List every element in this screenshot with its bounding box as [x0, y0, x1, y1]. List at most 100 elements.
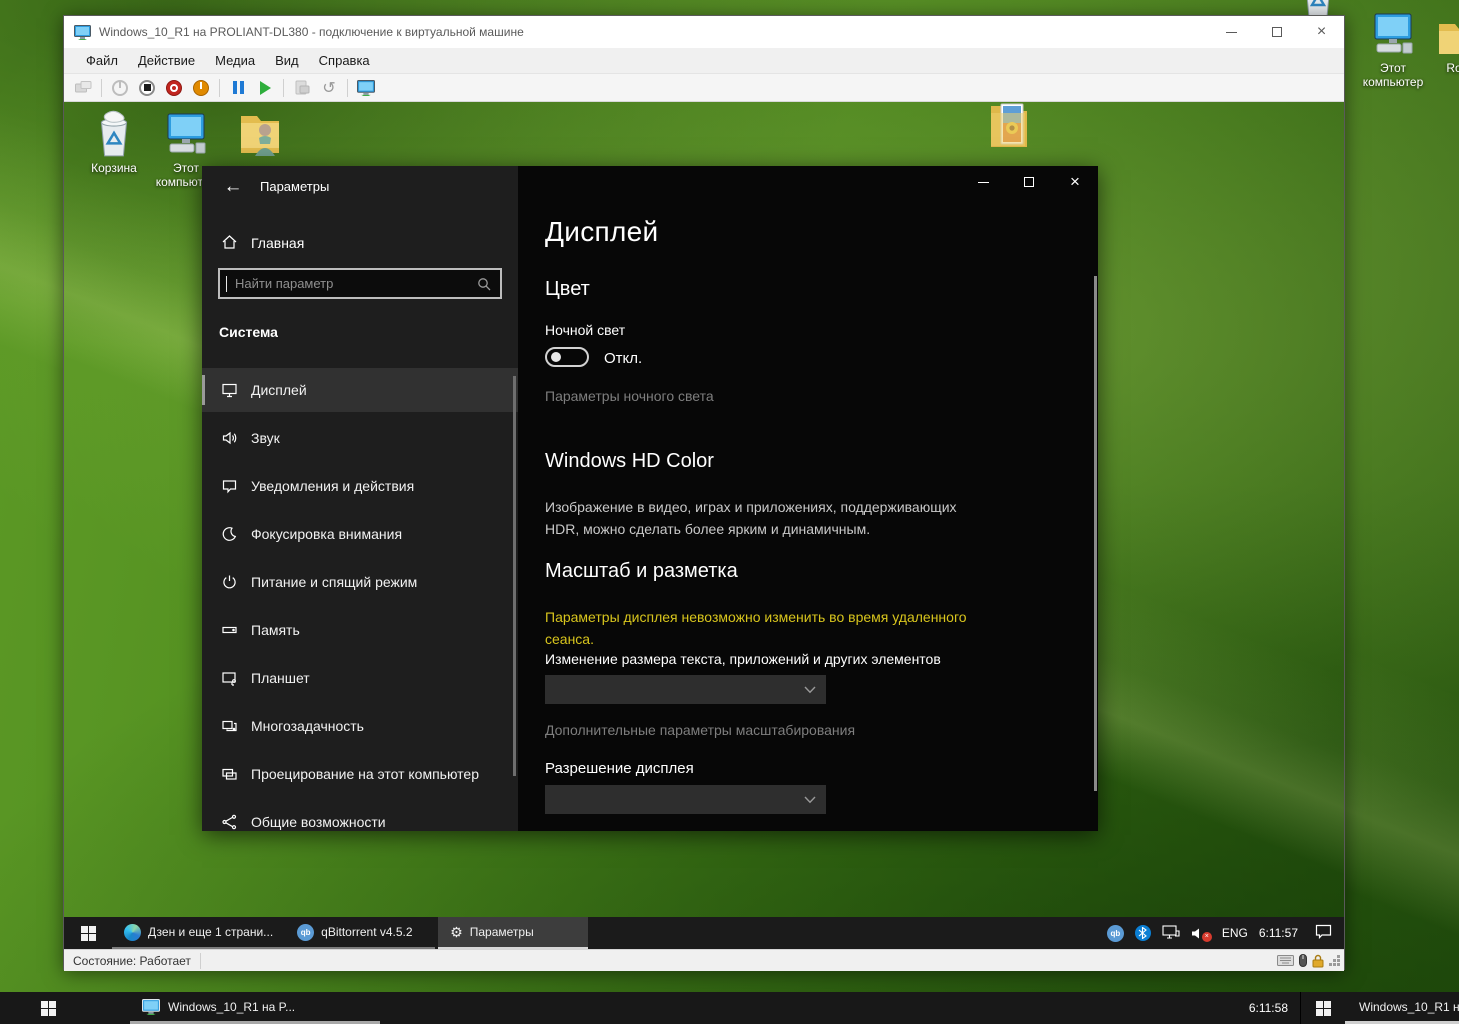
- pause-vm-button[interactable]: [229, 79, 247, 97]
- task-label: Параметры: [470, 925, 534, 939]
- host-start-button[interactable]: [24, 992, 72, 1024]
- host-start-button-secondary[interactable]: [1301, 992, 1345, 1024]
- content-scrollbar[interactable]: [1094, 276, 1097, 791]
- remote-session-warning: Параметры дисплея невозможно изменить во…: [545, 607, 977, 650]
- scale-dropdown[interactable]: [545, 675, 826, 704]
- language-indicator[interactable]: ENG: [1222, 926, 1248, 940]
- vm-start-button[interactable]: [64, 917, 112, 949]
- shut-down-vm-button[interactable]: [165, 79, 183, 97]
- chevron-down-icon: [804, 796, 816, 804]
- menu-help[interactable]: Справка: [309, 53, 380, 68]
- qbittorrent-icon: qb: [297, 924, 314, 941]
- sidebar-item-home[interactable]: Главная: [202, 224, 518, 262]
- close-button[interactable]: ×: [1052, 166, 1098, 198]
- host-taskbar-secondary: Windows_10_R1 на P...: [1300, 992, 1459, 1024]
- sidebar-scrollbar[interactable]: [513, 376, 516, 776]
- vm-statusbar: Состояние: Работает: [64, 949, 1344, 971]
- vm-desktop-icon-user-folder[interactable]: [222, 108, 298, 161]
- toggle-knob: [551, 352, 561, 362]
- sidebar-item-multitasking[interactable]: Многозадачность: [202, 704, 518, 748]
- vm-connection-window: Windows_10_R1 на PROLIANT-DL380 - подклю…: [63, 15, 1345, 970]
- task-label: qBittorrent v4.5.2: [321, 925, 412, 939]
- back-button[interactable]: ←: [218, 172, 248, 202]
- sidebar-item-label: Звук: [251, 430, 280, 446]
- toolbar-separator: [219, 79, 220, 97]
- sidebar-item-storage[interactable]: Память: [202, 608, 518, 652]
- menu-view[interactable]: Вид: [265, 53, 309, 68]
- advanced-scaling-link[interactable]: Дополнительные параметры масштабирования: [545, 722, 855, 738]
- host-clock[interactable]: 6:11:58: [1249, 992, 1288, 1024]
- hyperv-vmconnect-icon: [74, 25, 91, 40]
- sidebar-item-sound[interactable]: Звук: [202, 416, 518, 460]
- vm-close-button[interactable]: ×: [1299, 17, 1344, 48]
- maximize-button[interactable]: [1006, 166, 1052, 198]
- sidebar-item-shared-experiences[interactable]: Общие возможности: [202, 800, 518, 831]
- save-vm-button[interactable]: [192, 79, 210, 97]
- host-desktop-icon-folder[interactable]: Rom: [1424, 8, 1459, 75]
- vm-system-tray: qb × ENG 6:11:57: [1107, 917, 1332, 949]
- vm-taskbar: Дзен и еще 1 страни... qb qBittorrent v4…: [64, 917, 1344, 949]
- qbittorrent-tray-icon[interactable]: qb: [1107, 925, 1124, 942]
- minimize-button[interactable]: [960, 166, 1006, 198]
- ctrl-alt-del-button[interactable]: [74, 79, 92, 97]
- sidebar-item-projecting[interactable]: Проецирование на этот компьютер: [202, 752, 518, 796]
- windows-logo-icon: [1316, 1001, 1331, 1016]
- sidebar-item-label: Дисплей: [251, 382, 307, 398]
- desktop-icon-label: Корзина: [76, 161, 152, 175]
- vm-desktop-icon-pictures-folder[interactable]: [970, 102, 1046, 153]
- search-input[interactable]: [227, 276, 477, 291]
- sidebar-item-notifications[interactable]: Уведомления и действия: [202, 464, 518, 508]
- sidebar-item-power-sleep[interactable]: Питание и спящий режим: [202, 560, 518, 604]
- resolution-dropdown[interactable]: [545, 785, 826, 814]
- vm-minimize-button[interactable]: [1209, 17, 1254, 48]
- settings-search-box[interactable]: [218, 268, 502, 299]
- sidebar-item-tablet[interactable]: Планшет: [202, 656, 518, 700]
- settings-sidebar: ← Параметры Главная: [202, 166, 518, 831]
- resume-vm-button[interactable]: [256, 79, 274, 97]
- vm-titlebar[interactable]: Windows_10_R1 на PROLIANT-DL380 - подклю…: [64, 16, 1344, 48]
- host-desktop-icon-this-pc[interactable]: Этот компьютер: [1355, 8, 1431, 89]
- resize-grip[interactable]: [1329, 955, 1340, 966]
- moon-icon: [220, 525, 239, 543]
- vm-task-edge[interactable]: Дзен и еще 1 страни...: [112, 917, 285, 949]
- windows-logo-icon: [41, 1001, 56, 1016]
- sidebar-item-label: Уведомления и действия: [251, 478, 414, 494]
- vm-guest-desktop: Корзина Этот компьютер: [64, 102, 1344, 917]
- task-label: Windows_10_R1 на P...: [168, 1000, 295, 1014]
- vm-maximize-button[interactable]: [1254, 17, 1299, 48]
- start-vm-button[interactable]: [111, 79, 129, 97]
- menu-media[interactable]: Медиа: [205, 53, 265, 68]
- night-light-toggle[interactable]: [545, 347, 589, 367]
- sidebar-item-display[interactable]: Дисплей: [202, 368, 518, 412]
- vm-task-settings[interactable]: ⚙ Параметры: [438, 917, 588, 949]
- vm-desktop-icon-recycle-bin[interactable]: Корзина: [76, 108, 152, 175]
- host-task-vmconnect[interactable]: Windows_10_R1 на P...: [130, 992, 380, 1024]
- menu-action[interactable]: Действие: [128, 53, 205, 68]
- turn-off-vm-button[interactable]: [138, 79, 156, 97]
- host-task-vmconnect-secondary[interactable]: Windows_10_R1 на P...: [1345, 992, 1459, 1024]
- recycle-bin-icon: [76, 108, 152, 158]
- network-icon[interactable]: [1162, 925, 1180, 942]
- hyperv-vmconnect-icon: [142, 999, 160, 1015]
- menu-file[interactable]: Файл: [76, 53, 128, 68]
- revert-button[interactable]: ↺: [320, 79, 338, 97]
- mute-x-badge: ×: [1202, 932, 1212, 942]
- volume-muted-icon[interactable]: ×: [1191, 927, 1205, 940]
- vm-clock[interactable]: 6:11:57: [1259, 926, 1298, 940]
- host-taskbar: Windows_10_R1 на P... 6:11:58: [0, 992, 1300, 1024]
- display-icon: [220, 381, 239, 399]
- action-center-icon[interactable]: [1315, 924, 1332, 942]
- search-icon[interactable]: [477, 277, 500, 291]
- gear-icon: ⚙: [450, 925, 463, 939]
- enhanced-session-button[interactable]: [357, 79, 375, 97]
- vm-task-qbittorrent[interactable]: qb qBittorrent v4.5.2: [285, 917, 435, 949]
- sidebar-item-label: Общие возможности: [251, 814, 386, 830]
- checkpoint-button[interactable]: [293, 79, 311, 97]
- sidebar-item-focus-assist[interactable]: Фокусировка внимания: [202, 512, 518, 556]
- sidebar-item-label: Фокусировка внимания: [251, 526, 402, 542]
- night-light-settings-link[interactable]: Параметры ночного света: [545, 388, 714, 404]
- home-icon: [220, 233, 239, 254]
- task-label: Windows_10_R1 на P...: [1359, 1000, 1459, 1014]
- bluetooth-icon[interactable]: [1135, 925, 1151, 941]
- host-desktop-wallpaper: Этот компьютер Rom Windows_10_R1 на PROL…: [0, 0, 1459, 1024]
